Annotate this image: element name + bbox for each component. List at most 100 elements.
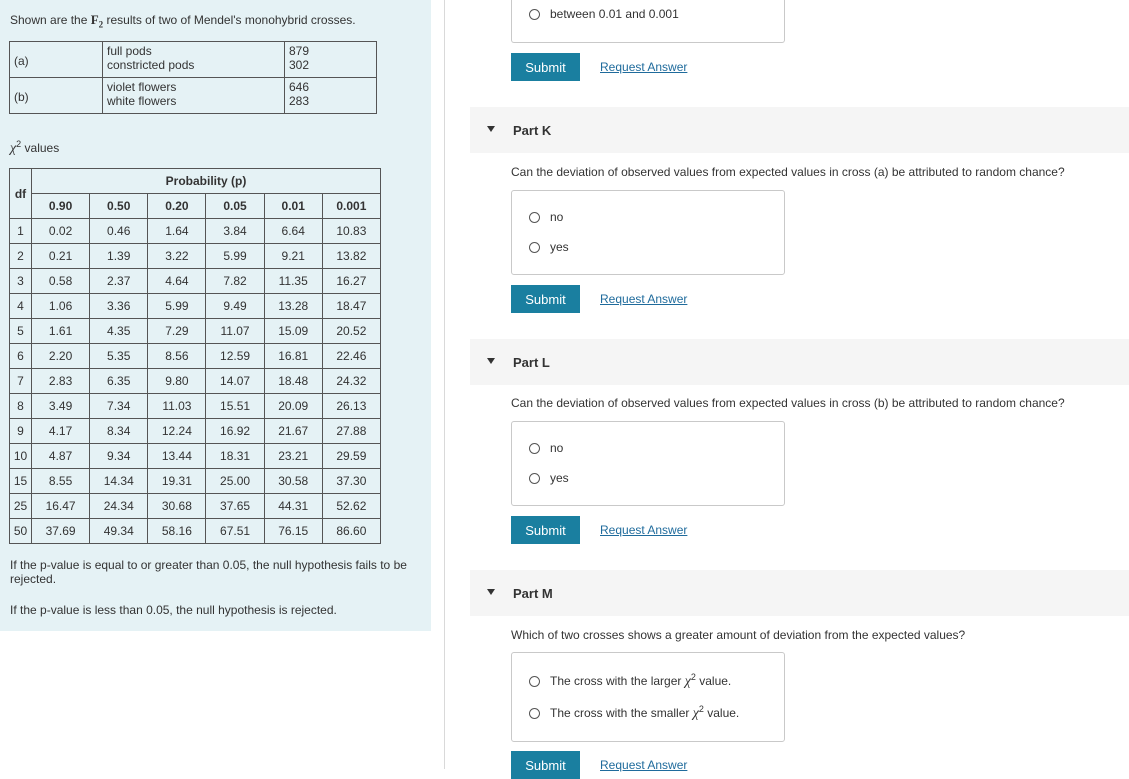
chi-value-cell: 49.34	[89, 518, 149, 544]
part-k-option-no[interactable]: no	[529, 210, 563, 224]
chi-value-cell: 6.64	[263, 218, 323, 244]
cross-results-table: (a) full pods constricted pods 879 302 (…	[9, 41, 377, 114]
chi-value-cell: 1.64	[147, 218, 207, 244]
chi-table-row: 10 4.87 9.34 13.44 18.31 23.21 29.59	[9, 443, 382, 469]
chi-table-row: 50 37.69 49.34 58.16 67.51 76.15 86.60	[9, 518, 382, 544]
part-k-question: Can the deviation of observed values fro…	[511, 165, 1065, 179]
part-l-option-yes[interactable]: yes	[529, 471, 569, 485]
part-l-submit-button[interactable]: Submit	[511, 516, 580, 544]
chi-value-cell: 7.82	[205, 268, 265, 294]
option-label: yes	[550, 471, 569, 485]
chi-value-cell: 8.34	[89, 418, 149, 444]
chi-value-cell: 26.13	[321, 393, 382, 419]
chi-table-body: 1 0.02 0.46 1.64 3.84 6.64 10.83 2 0.21 1.39 3.22 5…	[9, 218, 382, 544]
radio-button[interactable]	[529, 9, 540, 21]
part-l-request-answer-link[interactable]: Request Answer	[600, 523, 687, 537]
df-cell: 10	[9, 443, 32, 469]
option-label-suffix: value.	[695, 674, 732, 688]
chi-value-cell: 15.09	[263, 318, 323, 344]
chi-value-cell: 76.15	[263, 518, 323, 544]
p-value-header: 0.01	[263, 193, 323, 219]
chi-value-cell: 0.46	[89, 218, 149, 244]
radio-button[interactable]	[529, 676, 540, 688]
part-k-header[interactable]: Part K	[470, 107, 1129, 153]
probability-header: Probability (p)	[31, 168, 381, 194]
chi-value-cell: 27.88	[321, 418, 382, 444]
part-m-option-larger[interactable]: The cross with the larger χ2 value.	[529, 672, 731, 690]
part-m-title: Part M	[513, 586, 553, 601]
chi-value-cell: 25.00	[205, 468, 265, 494]
chi-value-cell: 37.65	[205, 493, 265, 519]
chi-value-cell: 29.59	[321, 443, 382, 469]
option-label: The cross with the smaller	[550, 706, 693, 720]
part-m-header[interactable]: Part M	[470, 570, 1129, 616]
chi-value-cell: 16.47	[30, 493, 91, 519]
generation-letter: F	[90, 12, 99, 27]
chi-value-cell: 0.21	[30, 243, 91, 269]
chi-table-row: 6 2.20 5.35 8.56 12.59 16.81 22.46	[9, 343, 382, 369]
chi-square-label: χ2 values	[10, 139, 59, 157]
part-j-answer-box: between 0.01 and 0.001	[511, 0, 785, 43]
part-l-answer-box: no yes	[511, 421, 785, 506]
chi-value-cell: 58.16	[147, 518, 207, 544]
radio-button[interactable]	[529, 473, 540, 485]
chi-value-cell: 2.37	[89, 268, 149, 294]
chi-value-cell: 11.07	[205, 318, 265, 344]
problem-info-panel: Shown are the F2 results of two of Mende…	[0, 0, 431, 631]
part-k-submit-button[interactable]: Submit	[511, 285, 580, 313]
part-m-request-answer-link[interactable]: Request Answer	[600, 758, 687, 772]
chi-value-cell: 16.92	[205, 418, 265, 444]
chi-value-cell: 9.21	[263, 243, 323, 269]
chi-value-cell: 9.49	[205, 293, 265, 319]
option-label: The cross with the larger	[550, 674, 685, 688]
chi-table-row: 5 1.61 4.35 7.29 11.07 15.09 20.52	[9, 318, 382, 344]
part-m-submit-button[interactable]: Submit	[511, 751, 580, 779]
radio-button[interactable]	[529, 242, 540, 254]
p-value-header: 0.90	[30, 193, 91, 219]
radio-button[interactable]	[529, 708, 540, 720]
part-j-submit-button[interactable]: Submit	[511, 53, 580, 81]
chi-value-cell: 12.24	[147, 418, 207, 444]
option-label: yes	[550, 240, 569, 254]
part-j-option[interactable]: between 0.01 and 0.001	[529, 7, 679, 21]
part-l-question: Can the deviation of observed values fro…	[511, 396, 1065, 410]
chi-value-cell: 30.58	[263, 468, 323, 494]
chi-value-cell: 19.31	[147, 468, 207, 494]
collapse-triangle-icon[interactable]	[487, 358, 495, 364]
part-k-request-answer-link[interactable]: Request Answer	[600, 292, 687, 306]
chi-table-row: 8 3.49 7.34 11.03 15.51 20.09 26.13	[9, 393, 382, 419]
count: 646	[289, 80, 310, 94]
chi-value-cell: 13.82	[321, 243, 382, 269]
part-l-title: Part L	[513, 355, 550, 370]
part-k-option-yes[interactable]: yes	[529, 240, 569, 254]
chi-value-cell: 21.67	[263, 418, 323, 444]
part-l-header[interactable]: Part L	[470, 339, 1129, 385]
part-m-option-smaller[interactable]: The cross with the smaller χ2 value.	[529, 704, 739, 722]
chi-value-cell: 22.46	[321, 343, 382, 369]
chi-value-cell: 10.83	[321, 218, 382, 244]
chi-table-row: 4 1.06 3.36 5.99 9.49 13.28 18.47	[9, 293, 382, 319]
generation-label: F2	[90, 12, 103, 30]
chi-value-cell: 5.99	[147, 293, 207, 319]
part-j-request-answer-link[interactable]: Request Answer	[600, 60, 687, 74]
chi-value-cell: 30.68	[147, 493, 207, 519]
chi-value-cell: 13.44	[147, 443, 207, 469]
chi-value-cell: 23.21	[263, 443, 323, 469]
radio-button[interactable]	[529, 212, 540, 224]
chi-value-cell: 3.84	[205, 218, 265, 244]
chi-value-cell: 44.31	[263, 493, 323, 519]
chi-value-cell: 15.51	[205, 393, 265, 419]
intro-prefix: Shown are the	[10, 13, 91, 27]
collapse-triangle-icon[interactable]	[487, 126, 495, 132]
option-label: between 0.01 and 0.001	[550, 7, 679, 21]
chi-table-row: 2 0.21 1.39 3.22 5.99 9.21 13.82	[9, 243, 382, 269]
chi-label-text: values	[21, 141, 60, 155]
df-cell: 15	[9, 468, 32, 494]
radio-button[interactable]	[529, 443, 540, 455]
collapse-triangle-icon[interactable]	[487, 589, 495, 595]
p-value-header: 0.05	[205, 193, 265, 219]
part-l-option-no[interactable]: no	[529, 441, 563, 455]
df-header: df	[9, 168, 32, 219]
fail-to-reject-note: If the p-value is equal to or greater th…	[10, 558, 407, 586]
chi-value-cell: 1.61	[30, 318, 91, 344]
